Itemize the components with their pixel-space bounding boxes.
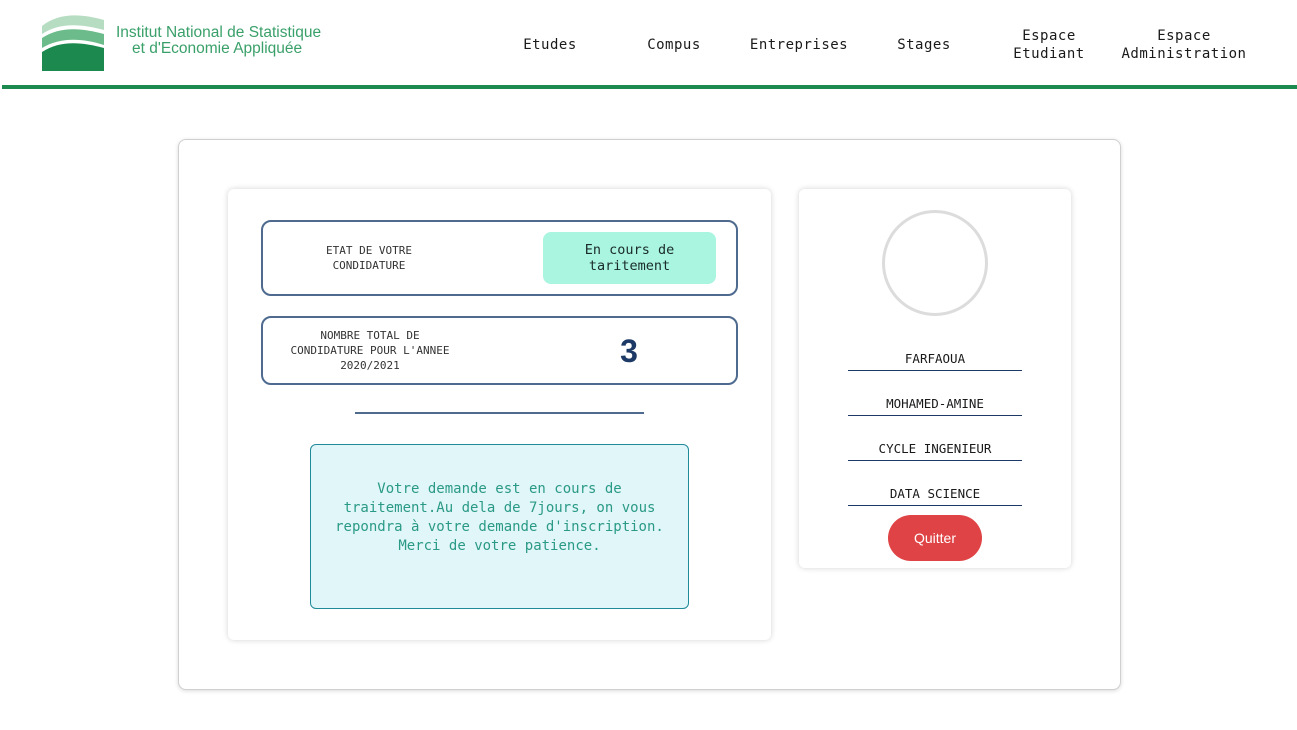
section-divider [355,412,644,414]
info-message-text: Votre demande est en cours de traitement… [335,481,664,554]
insea-logo[interactable]: Institut National de Statistique et d'Ec… [40,14,340,74]
count-value: 3 [620,333,638,369]
nav-compus[interactable]: Compus [634,36,714,54]
logo-waves-icon [42,15,104,71]
status-badge: En cours de taritement [543,232,716,284]
profile-first-name: MOHAMED-AMINE [848,396,1022,416]
count-label: NOMBRE TOTAL DE CONDIDATURE POUR L'ANNEE… [290,329,450,372]
profile-cycle: CYCLE INGENIEUR [848,441,1022,461]
avatar [882,210,988,316]
logo-line-2: et d'Economie Appliquée [132,40,303,57]
nav-espace-etudiant[interactable]: Espace Etudiant [1004,27,1094,63]
nav-entreprises[interactable]: Entreprises [744,36,854,54]
status-label: ETAT DE VOTRE CONDIDATURE [325,244,413,272]
profile-field: DATA SCIENCE [848,486,1022,506]
logo-line-1: Institut National de Statistique [116,24,322,41]
nav-stages[interactable]: Stages [884,36,964,54]
nav-espace-administration[interactable]: Espace Administration [1114,27,1254,63]
header-divider [2,85,1297,89]
site-header: Institut National de Statistique et d'Ec… [0,0,1297,89]
logo-text: Institut National de Statistique et d'Ec… [116,25,321,57]
quit-button[interactable]: Quitter [888,515,982,561]
profile-last-name: FARFAOUA [848,351,1022,371]
nav-etudes[interactable]: Etudes [510,36,590,54]
